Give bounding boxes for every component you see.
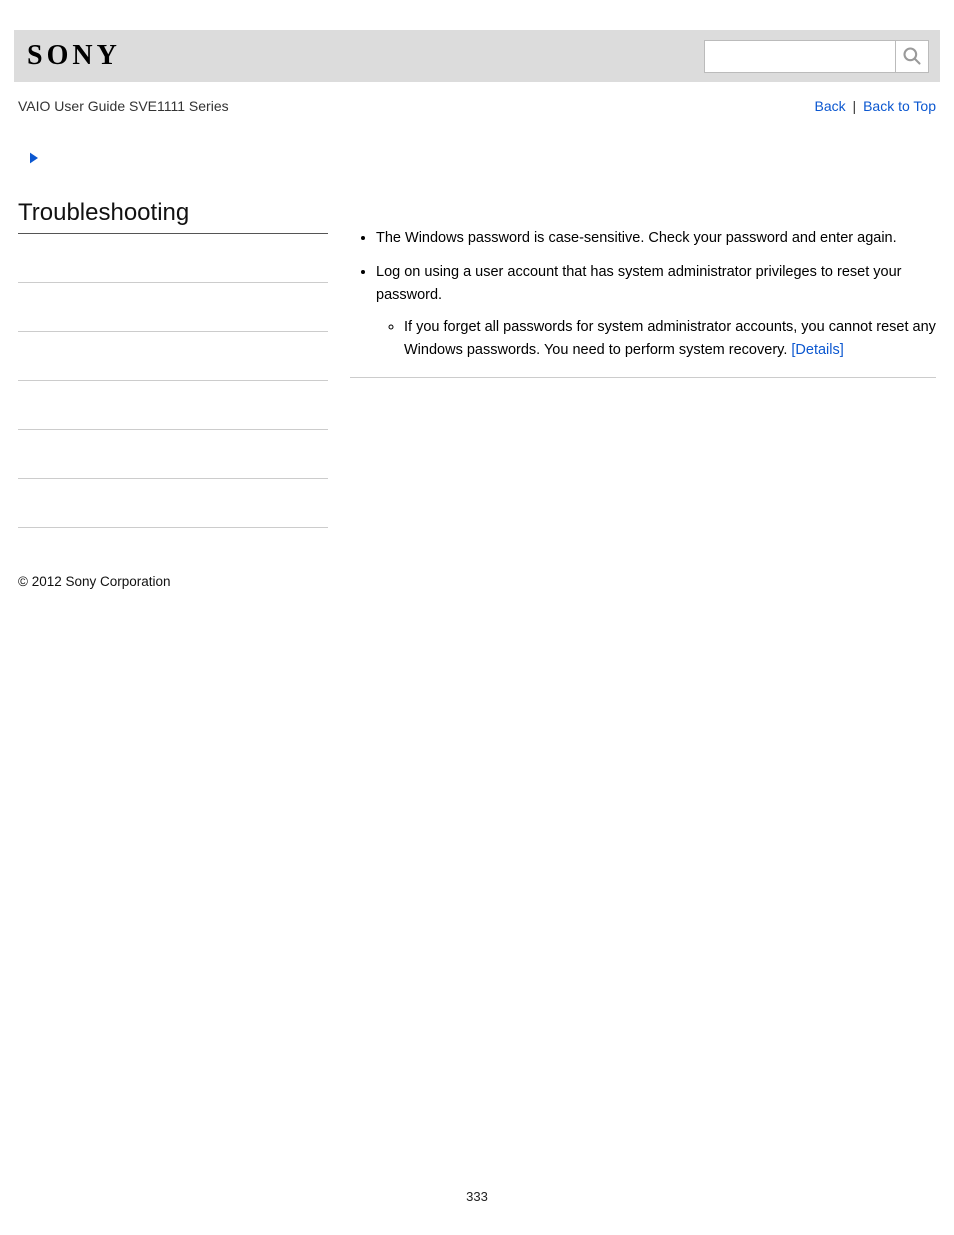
search-box (704, 40, 929, 73)
sidebar-rule (18, 380, 328, 381)
details-link[interactable]: [Details] (791, 342, 843, 358)
list-item-text: Log on using a user account that has sys… (376, 264, 902, 302)
list-item: The Windows password is case-sensitive. … (376, 227, 936, 249)
chevron-right-icon (26, 150, 42, 166)
header-bar: SONY (14, 30, 940, 82)
content-divider (350, 377, 936, 378)
back-link[interactable]: Back (815, 98, 846, 114)
search-icon (902, 46, 922, 66)
sidebar-rule (18, 527, 328, 528)
breadcrumb-chevron[interactable] (26, 150, 940, 169)
sub-item-text: If you forget all passwords for system a… (404, 319, 936, 357)
section-title: Troubleshooting (18, 179, 328, 234)
sidebar-rule (18, 331, 328, 332)
nav-links: Back | Back to Top (815, 98, 936, 114)
search-input[interactable] (704, 40, 896, 73)
search-button[interactable] (896, 40, 929, 73)
sidebar-rule (18, 282, 328, 283)
sidebar: Troubleshooting (14, 179, 332, 528)
sidebar-rule (18, 478, 328, 479)
list-sub-item: If you forget all passwords for system a… (404, 316, 936, 361)
list-item: Log on using a user account that has sys… (376, 261, 936, 361)
back-to-top-link[interactable]: Back to Top (863, 98, 936, 114)
copyright: © 2012 Sony Corporation (14, 528, 940, 589)
main-content: The Windows password is case-sensitive. … (332, 179, 940, 378)
subheader: VAIO User Guide SVE1111 Series Back | Ba… (14, 82, 940, 128)
sidebar-rule (18, 429, 328, 430)
guide-title: VAIO User Guide SVE1111 Series (18, 98, 229, 114)
sony-logo: SONY (27, 40, 121, 72)
nav-separator: | (846, 98, 863, 114)
page-number: 333 (14, 589, 940, 1224)
